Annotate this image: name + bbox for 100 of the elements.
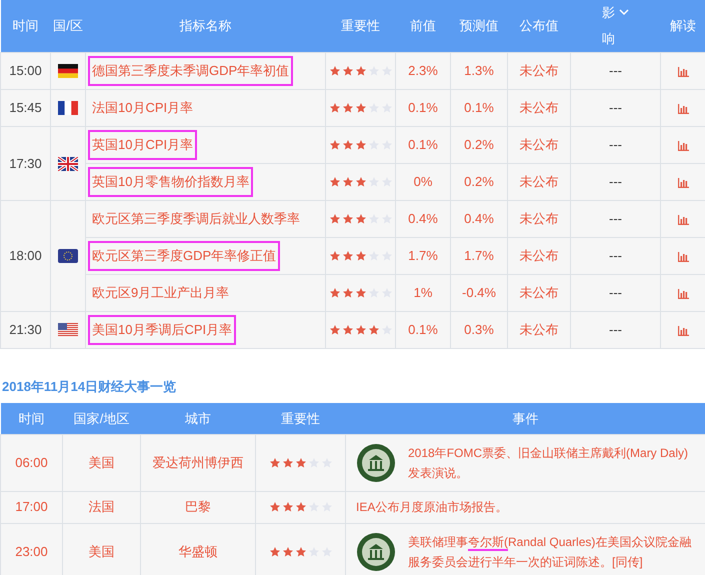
indicator-name[interactable]: 英国10月零售物价指数月率 bbox=[88, 167, 254, 197]
indicator-name[interactable]: 英国10月CPI月率 bbox=[88, 130, 198, 160]
bar-chart-icon[interactable] bbox=[678, 326, 688, 336]
star-icon bbox=[368, 213, 380, 225]
star-icon bbox=[268, 456, 280, 468]
time-cell: 15:00 bbox=[9, 63, 42, 78]
time-cell: 21:30 bbox=[9, 322, 42, 338]
star-icon bbox=[342, 102, 354, 114]
bar-chart-icon[interactable] bbox=[678, 252, 688, 262]
bar-chart-icon[interactable] bbox=[678, 140, 688, 151]
column-header: 前值 bbox=[410, 18, 436, 34]
star-icon bbox=[328, 65, 340, 77]
star-icon bbox=[354, 250, 366, 262]
bar-chart-icon[interactable] bbox=[678, 178, 688, 188]
time-cell: 17:30 bbox=[9, 156, 42, 171]
column-header: 国家/地区 bbox=[74, 410, 130, 426]
forecast-value: 0.2% bbox=[464, 137, 494, 152]
star-icon bbox=[342, 176, 354, 188]
star-icon bbox=[268, 546, 280, 558]
event-description: 2018年FOMC票委、旧金山联储主席戴利(Mary Daly)发表演说。 bbox=[408, 444, 690, 482]
star-icon bbox=[354, 324, 366, 336]
actual-value: 未公布 bbox=[520, 322, 558, 338]
previous-value: 1% bbox=[414, 285, 432, 300]
country-cell: 美国 bbox=[88, 454, 114, 470]
star-icon bbox=[308, 456, 320, 468]
star-icon bbox=[328, 176, 340, 188]
city-cell: 华盛顿 bbox=[178, 544, 218, 559]
country-cell: 美国 bbox=[88, 544, 114, 559]
indicator-name[interactable]: 美国10月季调后CPI月率 bbox=[88, 315, 236, 345]
star-icon bbox=[328, 324, 340, 336]
star-icon bbox=[268, 501, 280, 513]
star-icon bbox=[328, 287, 340, 299]
star-icon bbox=[294, 456, 306, 468]
star-icon bbox=[342, 139, 354, 151]
star-icon bbox=[328, 139, 340, 151]
forecast-value: 0.3% bbox=[464, 322, 494, 338]
forecast-value: 1.3% bbox=[464, 63, 494, 78]
star-icon bbox=[368, 250, 380, 262]
star-icon bbox=[328, 213, 340, 225]
star-icon bbox=[368, 324, 380, 336]
column-header: 国/区 bbox=[53, 18, 83, 34]
bar-chart-icon[interactable] bbox=[678, 104, 688, 114]
star-icon bbox=[308, 501, 320, 513]
star-icon bbox=[328, 102, 340, 114]
indicator-name[interactable]: 欧元区第三季度GDP年率修正值 bbox=[88, 241, 280, 271]
actual-value: 未公布 bbox=[520, 211, 558, 226]
bar-chart-icon[interactable] bbox=[678, 66, 688, 77]
star-icon bbox=[380, 324, 392, 336]
impact-value: --- bbox=[609, 322, 622, 338]
country-cell: 法国 bbox=[88, 499, 114, 514]
star-icon bbox=[308, 546, 320, 558]
column-header: 重要性 bbox=[281, 410, 320, 426]
star-icon bbox=[368, 139, 380, 151]
star-icon bbox=[368, 102, 380, 114]
star-icon bbox=[354, 176, 366, 188]
forecast-value: 1.7% bbox=[464, 248, 494, 264]
event-description: 美联储理事夸尔斯(Randal Quarles)在美国众议院金融服务委员会进行半年一次的证词陈述。[同传] bbox=[408, 534, 692, 570]
indicator-name[interactable]: 德国第三季度未季调GDP年率初值 bbox=[88, 56, 294, 86]
previous-value: 0.4% bbox=[408, 211, 438, 226]
column-header[interactable]: 影响 bbox=[602, 0, 615, 52]
star-icon bbox=[328, 250, 340, 262]
column-header: 公布值 bbox=[520, 18, 558, 34]
star-icon bbox=[282, 456, 294, 468]
star-icon bbox=[368, 176, 380, 188]
forecast-value: 0.2% bbox=[464, 174, 494, 190]
impact-value: --- bbox=[609, 211, 622, 226]
impact-value: --- bbox=[609, 100, 622, 116]
star-icon bbox=[354, 287, 366, 299]
column-header: 重要性 bbox=[341, 18, 380, 34]
chevron-down-icon[interactable] bbox=[619, 8, 629, 16]
time-cell: 23:00 bbox=[15, 544, 48, 559]
actual-value: 未公布 bbox=[520, 174, 558, 190]
star-icon bbox=[342, 324, 354, 336]
column-header: 解读 bbox=[670, 18, 696, 34]
impact-value: --- bbox=[609, 285, 622, 300]
event-description: IEA公布月度原油市场报告。 bbox=[356, 499, 508, 516]
star-icon bbox=[294, 546, 306, 558]
column-header: 时间 bbox=[12, 18, 38, 34]
impact-value: --- bbox=[609, 174, 622, 190]
impact-value: --- bbox=[609, 137, 622, 152]
star-icon bbox=[354, 65, 366, 77]
star-icon bbox=[354, 102, 366, 114]
star-icon bbox=[282, 546, 294, 558]
time-cell: 06:00 bbox=[15, 454, 48, 470]
bar-chart-icon[interactable] bbox=[678, 288, 688, 299]
previous-value: 0.1% bbox=[408, 322, 438, 338]
bar-chart-icon[interactable] bbox=[678, 214, 688, 225]
time-cell: 17:00 bbox=[15, 499, 48, 514]
actual-value: 未公布 bbox=[520, 285, 558, 300]
forecast-value: -0.4% bbox=[462, 285, 496, 300]
actual-value: 未公布 bbox=[520, 63, 558, 78]
column-header: 指标名称 bbox=[180, 18, 232, 34]
previous-value: 0.1% bbox=[408, 100, 438, 116]
star-icon bbox=[294, 501, 306, 513]
actual-value: 未公布 bbox=[520, 100, 558, 116]
star-icon bbox=[354, 213, 366, 225]
previous-value: 1.7% bbox=[408, 248, 438, 264]
city-cell: 爱达荷州博伊西 bbox=[152, 454, 244, 470]
star-icon bbox=[368, 65, 380, 77]
column-header: 时间 bbox=[18, 410, 44, 426]
